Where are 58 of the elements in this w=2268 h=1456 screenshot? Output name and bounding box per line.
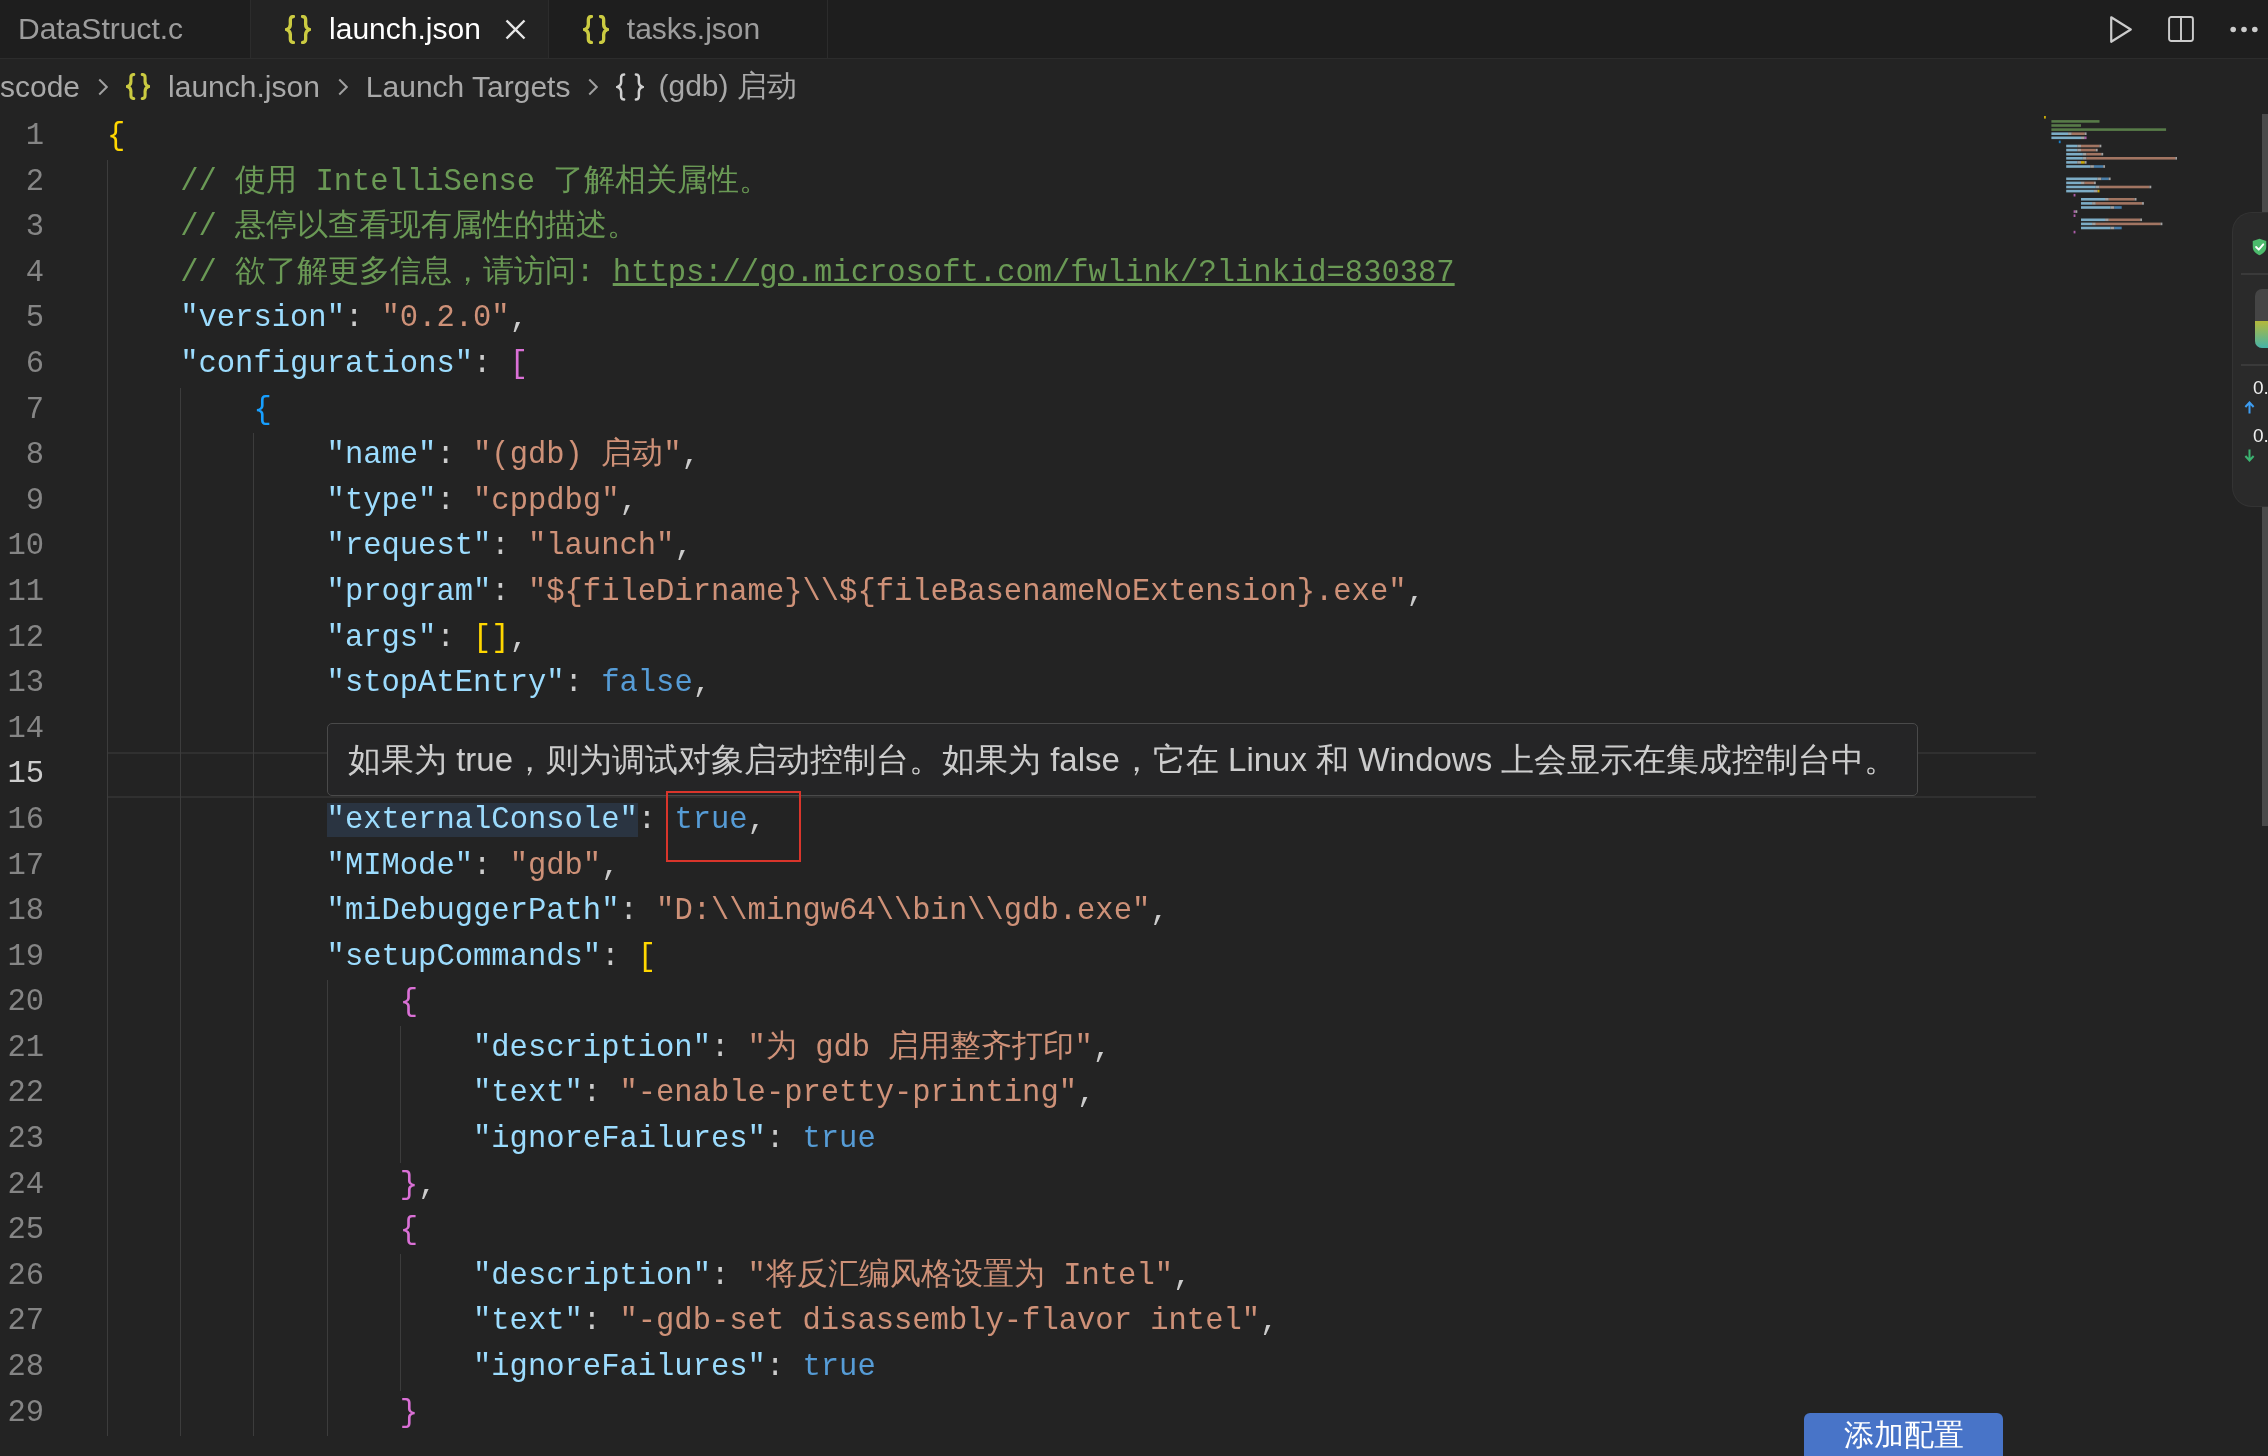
line-number: 9	[24, 482, 44, 520]
code-line: // 使用 IntelliSense 了解相关属性。	[180, 163, 771, 201]
code-line: {	[399, 984, 419, 1022]
line-number: 18	[6, 893, 44, 931]
code-line: {	[253, 391, 272, 429]
line-number: 17	[6, 847, 44, 885]
line-number: 2	[24, 163, 44, 201]
line-number: 22	[6, 1075, 44, 1113]
code-line: {	[399, 1212, 419, 1250]
line-number: 16	[6, 801, 44, 839]
code-line: "MIMode": "gdb",	[326, 847, 620, 885]
code-line: "description": "为 gdb 启用整齐打印",	[473, 1029, 1111, 1067]
line-number: 14	[6, 710, 44, 748]
code-line: "ignoreFailures": true	[473, 1349, 876, 1387]
line-number: 6	[24, 345, 44, 383]
line-number: 10	[6, 528, 44, 566]
code-line: "args": [],	[326, 619, 528, 657]
code-line: {	[107, 118, 126, 155]
code-line: "program": "${fileDirname}\\${fileBasenameNoExtension}.exe",	[326, 573, 1425, 611]
code-line: "miDebuggerPath": "D:\\mingw64\\bin\\gdb.exe",	[326, 893, 1169, 931]
code-line: }	[399, 1394, 419, 1432]
code-line: "name": "(gdb) 启动",	[326, 436, 700, 475]
line-number: 15	[6, 756, 44, 794]
code-line: "description": "将反汇编风格设置为 Intel",	[473, 1257, 1192, 1295]
line-number: 1	[24, 118, 44, 155]
code-line: // 悬停以查看现有属性的描述。	[180, 208, 639, 247]
code-line: "setupCommands": [	[326, 938, 657, 976]
line-number: 20	[6, 984, 44, 1022]
line-number: 23	[6, 1121, 44, 1159]
speed-reading: 0.	[2253, 426, 2268, 446]
line-number: 19	[6, 938, 44, 976]
code-line: "stopAtEntry": false,	[326, 665, 711, 703]
code-line: "type": "cppdbg",	[326, 482, 638, 520]
hover-tooltip: 如果为 true，则为调试对象启动控制台。如果为 false，它在 Linux 和 Windows 上会显示在集成控制台中。	[327, 723, 1919, 796]
code-line: // 欲了解更多信息，请访问: https://go.microsoft.com/fwlink/?linkid=830387	[180, 254, 1455, 292]
speed-reading: 0.	[2253, 378, 2268, 398]
line-number: 3	[24, 209, 44, 247]
line-number: 5	[24, 300, 44, 338]
line-number: 4	[24, 254, 44, 292]
code-line: "configurations": [	[180, 345, 528, 383]
code-line: "request": "launch",	[326, 528, 693, 566]
line-number: 11	[6, 573, 44, 611]
line-number: 21	[6, 1029, 44, 1067]
line-number: 24	[6, 1166, 44, 1204]
code-line: "text": "-gdb-set disassembly-flavor intel",	[473, 1303, 1279, 1341]
line-number: 8	[24, 437, 44, 475]
line-number: 7	[24, 391, 44, 429]
code-line: "ignoreFailures": true	[473, 1121, 876, 1159]
line-number: 28	[6, 1349, 44, 1387]
code-line: },	[399, 1166, 437, 1204]
line-number: 25	[6, 1212, 44, 1250]
code-line: "text": "-enable-pretty-printing",	[473, 1075, 1096, 1113]
line-number: 27	[6, 1303, 44, 1341]
code-line: "version": "0.2.0",	[180, 300, 528, 338]
line-number: 26	[6, 1257, 44, 1295]
line-number: 12	[6, 619, 44, 657]
line-number: 13	[6, 665, 44, 703]
line-number: 29	[6, 1394, 44, 1432]
